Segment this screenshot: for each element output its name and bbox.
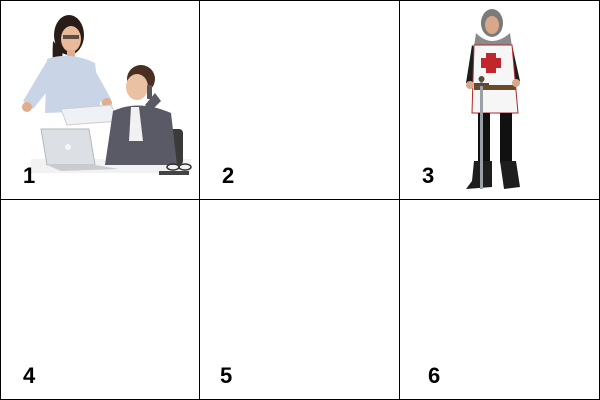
cell-number: 1 [23, 163, 36, 188]
grid-cell-3[interactable]: 3 [400, 0, 600, 200]
cell-number: 6 [428, 363, 441, 388]
cell-number: 3 [422, 163, 435, 188]
image-selection-grid: 1 2 3 4 5 6 [0, 0, 600, 400]
grid-cell-2[interactable]: 2 [200, 0, 400, 200]
cell-number: 2 [222, 163, 235, 188]
cell-number: 5 [220, 363, 233, 388]
cell-number: 4 [23, 363, 36, 388]
grid-cell-4[interactable]: 4 [0, 200, 200, 400]
grid-cell-6[interactable]: 6 [400, 200, 600, 400]
grid-cell-5[interactable]: 5 [200, 200, 400, 400]
grid-cell-1[interactable]: 1 [0, 0, 200, 200]
